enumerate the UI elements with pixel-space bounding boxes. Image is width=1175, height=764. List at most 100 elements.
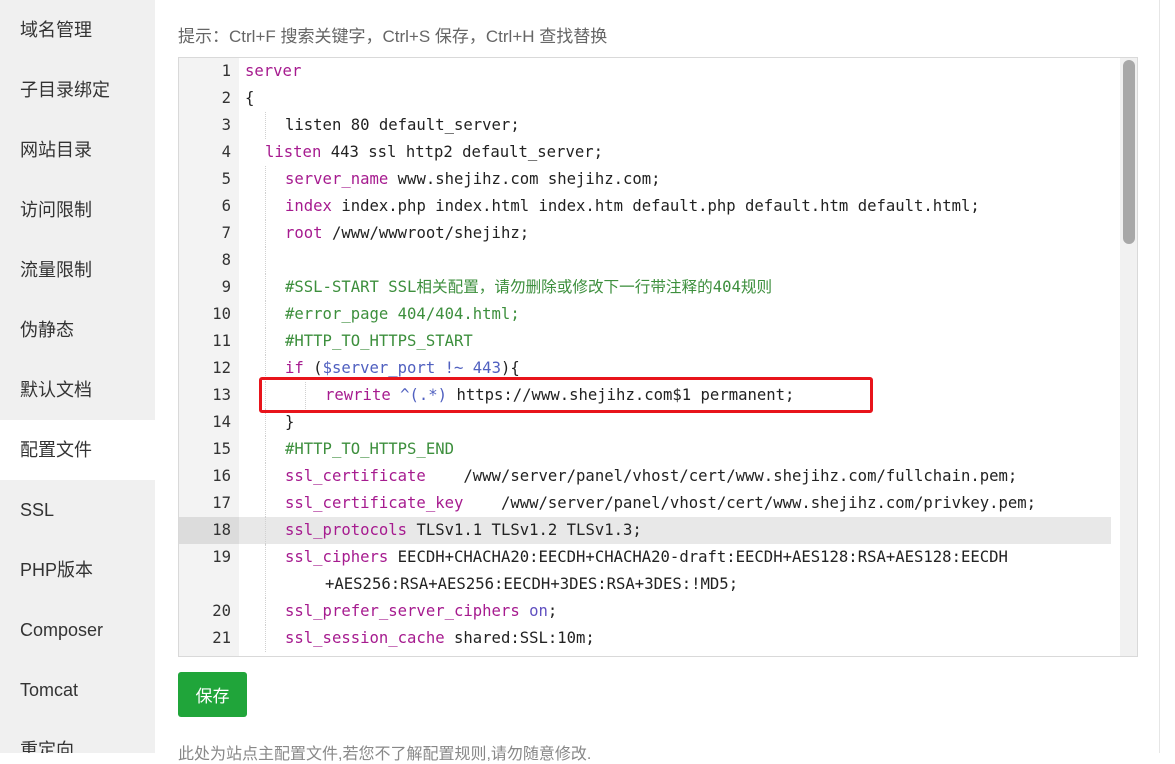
code-token: $server_port xyxy=(322,359,436,377)
sidebar-item[interactable]: 域名管理 xyxy=(0,0,155,60)
sidebar-item[interactable]: 子目录绑定 xyxy=(0,60,155,120)
code-text: #error_page 404/404.html; xyxy=(285,301,520,328)
indent-guide xyxy=(265,598,266,625)
code-line: 21 ssl_session_cache shared:SSL:10m; xyxy=(179,625,1119,652)
code-token: EECDH+CHACHA20:EECDH+CHACHA20-draft:EECD… xyxy=(388,548,1008,566)
sidebar-item[interactable]: 默认文档 xyxy=(0,360,155,420)
code-line: 9 #SSL-START SSL相关配置，请勿删除或修改下一行带注释的404规则 xyxy=(179,274,1119,301)
code-line: 15 #HTTP_TO_HTTPS_END xyxy=(179,436,1119,463)
sidebar-item[interactable]: 重定向 xyxy=(0,720,155,753)
code-line: 19 ssl_ciphers EECDH+CHACHA20:EECDH+CHACH… xyxy=(179,544,1119,598)
line-number: 10 xyxy=(212,305,231,323)
indent-guide xyxy=(265,220,266,247)
line-number: 4 xyxy=(221,143,231,161)
line-number: 18 xyxy=(212,521,231,539)
page-scroll-strip xyxy=(1159,0,1175,753)
code-token: server xyxy=(245,62,302,80)
code-line: 14} xyxy=(179,409,1119,436)
code-token: listen 80 default_server; xyxy=(285,116,520,134)
sidebar-item[interactable]: 访问限制 xyxy=(0,180,155,240)
code-token: server_name xyxy=(285,170,389,188)
sidebar-item[interactable]: 伪静态 xyxy=(0,300,155,360)
code-token: /www/server/panel/vhost/cert/www.shejihz… xyxy=(425,467,1018,485)
code-token: ssl_protocols xyxy=(285,521,408,539)
line-number: 3 xyxy=(221,116,231,134)
editor-hint: 提示：Ctrl+F 搜索关键字，Ctrl+S 保存，Ctrl+H 查找替换 xyxy=(178,27,608,46)
indent-guide xyxy=(265,544,266,598)
sidebar-item[interactable]: 配置文件 xyxy=(0,420,155,480)
config-editor[interactable]: 1 server 2{3 listen 80 default_server; 4 list… xyxy=(178,57,1138,657)
code-area[interactable]: 1 server 2{3 listen 80 default_server; 4 list… xyxy=(179,58,1119,656)
code-token: ssl_certificate xyxy=(285,467,426,485)
code-token: 443 ssl http2 default_server; xyxy=(321,143,603,161)
annotation-highlight-box xyxy=(259,377,873,413)
line-number: 11 xyxy=(212,332,231,350)
line-number: 1 xyxy=(221,62,231,80)
line-number: 15 xyxy=(212,440,231,458)
code-token: { xyxy=(245,89,255,107)
code-text: ssl_prefer_server_ciphers on; xyxy=(285,598,557,625)
code-wrap-continuation: +AES256:RSA+AES256:EECDH+3DES:RSA+3DES:!… xyxy=(325,575,739,593)
indent-guide xyxy=(265,247,266,274)
code-text: #HTTP_TO_HTTPS_START xyxy=(285,328,473,355)
line-number: 13 xyxy=(212,386,231,404)
code-token: shared:SSL:10m; xyxy=(444,629,595,647)
code-token: #HTTP_TO_HTTPS_START xyxy=(285,332,473,350)
code-token: #error_page 404/404.html; xyxy=(285,305,520,323)
code-text: index index.php index.html index.htm def… xyxy=(285,193,980,220)
indent-guide xyxy=(265,112,266,139)
save-button[interactable]: 保存 xyxy=(178,672,247,717)
line-number: 5 xyxy=(221,170,231,188)
code-token: /www/wwwroot/shejihz; xyxy=(322,224,530,242)
code-token: index xyxy=(285,197,332,215)
code-line: 20 ssl_prefer_server_ciphers on; xyxy=(179,598,1119,625)
sidebar-list: 域名管理 子目录绑定 网站目录 访问限制 流量限制 伪静态 默认文档 配置文件 SSL PHP版本… xyxy=(0,0,155,753)
code-text: { xyxy=(245,85,254,112)
code-token: if xyxy=(285,359,304,377)
line-number: 2 xyxy=(221,89,231,107)
sidebar-item[interactable]: 流量限制 xyxy=(0,240,155,300)
line-number: 17 xyxy=(212,494,231,512)
code-line: 1 server xyxy=(179,58,1119,85)
line-number: 7 xyxy=(221,224,231,242)
code-text: #HTTP_TO_HTTPS_END xyxy=(285,436,454,463)
line-number: 6 xyxy=(221,197,231,215)
code-text: server xyxy=(245,58,301,85)
code-text: ssl_ciphers EECDH+CHACHA20:EECDH+CHACHA2… xyxy=(285,544,1008,598)
line-number: 19 xyxy=(212,548,231,566)
code-token: www.shejihz.com shejihz.com; xyxy=(388,170,661,188)
indent-guide xyxy=(265,409,266,436)
code-token: root xyxy=(285,224,323,242)
sidebar-item[interactable]: PHP版本 xyxy=(0,540,155,600)
code-token: ; xyxy=(547,602,558,620)
code-text: listen 80 default_server; xyxy=(285,112,520,139)
editor-scrollbar[interactable] xyxy=(1120,58,1137,656)
code-text: ssl_certificate_key /www/server/panel/vh… xyxy=(285,490,1036,517)
config-warning-note: 此处为站点主配置文件,若您不了解配置规则,请勿随意修改. xyxy=(178,746,592,763)
code-token: ssl_certificate_key xyxy=(285,494,464,512)
sidebar-item[interactable]: SSL xyxy=(0,480,155,540)
line-number: 9 xyxy=(221,278,231,296)
line-number: 16 xyxy=(212,467,231,485)
code-token: ( xyxy=(303,359,323,377)
sidebar: 域名管理 子目录绑定 网站目录 访问限制 流量限制 伪静态 默认文档 配置文件 SSL PHP版本… xyxy=(0,0,155,753)
indent-guide xyxy=(265,625,266,652)
editor-scroll-thumb[interactable] xyxy=(1123,60,1135,244)
sidebar-item[interactable]: 网站目录 xyxy=(0,120,155,180)
indent-guide xyxy=(265,301,266,328)
code-text: root /www/wwwroot/shejihz; xyxy=(285,220,529,247)
indent-guide xyxy=(265,328,266,355)
line-number: 8 xyxy=(221,251,231,269)
code-token: ssl_prefer_server_ciphers xyxy=(285,602,520,620)
sidebar-item[interactable]: Composer xyxy=(0,600,155,660)
code-text: ssl_protocols TLSv1.1 TLSv1.2 TLSv1.3; xyxy=(285,517,642,544)
code-token: TLSv1.1 TLSv1.2 TLSv1.3; xyxy=(407,521,642,539)
indent-guide xyxy=(265,463,266,490)
sidebar-item[interactable]: Tomcat xyxy=(0,660,155,720)
code-line: 5 server_name www.shejihz.com shejihz.com… xyxy=(179,166,1119,193)
line-number: 21 xyxy=(212,629,231,647)
code-line: 6 index index.php index.html index.htm de… xyxy=(179,193,1119,220)
code-token: #SSL-START SSL相关配置，请勿删除或修改下一行带注释的404规则 xyxy=(285,278,773,296)
code-line: 16 ssl_certificate /www/server/panel/vhos… xyxy=(179,463,1119,490)
code-line: 8 xyxy=(179,247,1119,274)
